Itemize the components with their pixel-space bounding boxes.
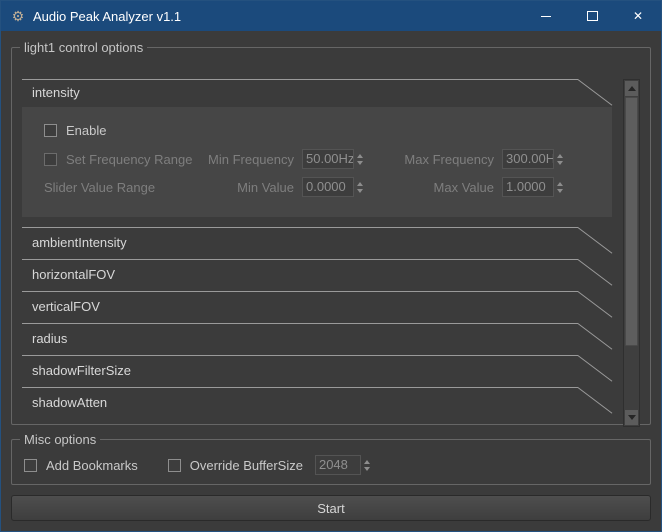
accordion-header-ambientintensity[interactable]: ambientIntensity [22,227,612,259]
max-frequency-value[interactable]: 300.00Hz [502,149,554,169]
accordion-header-label: shadowFilterSize [32,363,131,378]
vertical-scrollbar[interactable] [623,79,640,427]
misc-groupbox-title: Misc options [20,432,100,447]
misc-options-groupbox: Misc options Add Bookmarks Override Buff… [11,439,651,485]
accordion-area: intensity Enable Set Frequency Range [22,79,640,427]
accordion-header-label: horizontalFOV [32,267,115,282]
spin-up-icon [557,182,563,186]
spin-down-button[interactable] [557,187,563,194]
maximize-button[interactable] [569,1,615,31]
accordion-header-radius[interactable]: radius [22,323,612,355]
set-frequency-range-checkbox[interactable] [44,153,57,166]
light-control-groupbox: light1 control options intensity Enable [11,47,651,425]
accordion-header-label: intensity [32,85,80,100]
min-frequency-spinbox[interactable]: 50.00Hz [302,149,363,169]
misc-options-row: Add Bookmarks Override BufferSize 2048 [24,452,640,478]
spin-up-icon [557,154,563,158]
app-icon: ⚙ [10,8,26,24]
spin-down-icon [364,467,370,471]
window-content: light1 control options intensity Enable [1,31,661,531]
accordion-header-label: radius [32,331,67,346]
max-frequency-spinbox[interactable]: 300.00Hz [502,149,563,169]
slider-value-range-label: Slider Value Range [44,180,155,195]
scrollbar-handle[interactable] [625,97,638,346]
scrollbar-up-button[interactable] [625,81,638,96]
spin-down-icon [557,189,563,193]
override-buffersize-checkbox[interactable] [168,459,181,472]
max-frequency-label: Max Frequency [363,152,494,167]
set-frequency-range-label: Set Frequency Range [66,152,192,167]
add-bookmarks-checkbox[interactable] [24,459,37,472]
scroll-down-icon [628,415,636,420]
override-buffersize-label: Override BufferSize [190,458,303,473]
min-frequency-value[interactable]: 50.00Hz [302,149,354,169]
enable-label: Enable [66,123,106,138]
max-value-spinbox[interactable]: 1.0000 [502,177,563,197]
accordion-list: intensity Enable Set Frequency Range [22,79,612,419]
maximize-icon [587,11,598,21]
accordion-header-shadowfiltersize[interactable]: shadowFilterSize [22,355,612,387]
buffersize-value[interactable]: 2048 [315,455,361,475]
accordion-header-verticalfov[interactable]: verticalFOV [22,291,612,323]
buffersize-spin-buttons [364,458,370,472]
min-value-value[interactable]: 0.0000 [302,177,354,197]
spin-up-button[interactable] [557,180,563,187]
window-title: Audio Peak Analyzer v1.1 [33,9,181,24]
enable-checkbox[interactable] [44,124,57,137]
scrollbar-down-button[interactable] [625,410,638,425]
buffersize-spinbox[interactable]: 2048 [315,455,370,475]
accordion-header-label: ambientIntensity [32,235,127,250]
accordion-header-label: shadowAtten [32,395,107,410]
accordion-header-intensity[interactable]: intensity [22,79,612,107]
min-frequency-label: Min Frequency [194,152,294,167]
spin-down-button[interactable] [557,159,563,166]
spin-up-button[interactable] [557,152,563,159]
max-value-value[interactable]: 1.0000 [502,177,554,197]
intensity-panel: Enable Set Frequency Range Min Frequency… [22,107,612,217]
window-controls: ✕ [523,1,661,31]
spin-down-icon [557,161,563,165]
accordion-header-horizontalfov[interactable]: horizontalFOV [22,259,612,291]
scroll-up-icon [628,86,636,91]
max-frequency-spin-buttons [557,152,563,166]
min-value-label: Min Value [194,180,294,195]
spin-down-button[interactable] [364,465,370,472]
minimize-icon [541,16,551,17]
min-value-spinbox[interactable]: 0.0000 [302,177,363,197]
spin-up-icon [364,460,370,464]
titlebar: ⚙ Audio Peak Analyzer v1.1 ✕ [1,1,661,31]
close-icon: ✕ [633,9,643,23]
max-value-label: Max Value [363,180,494,195]
close-button[interactable]: ✕ [615,1,661,31]
max-value-spin-buttons [557,180,563,194]
light-groupbox-title: light1 control options [20,40,147,55]
accordion-header-shadowatten[interactable]: shadowAtten [22,387,612,419]
add-bookmarks-label: Add Bookmarks [46,458,138,473]
app-window: ⚙ Audio Peak Analyzer v1.1 ✕ light1 cont… [0,0,662,532]
minimize-button[interactable] [523,1,569,31]
start-button[interactable]: Start [11,495,651,521]
accordion-header-label: verticalFOV [32,299,100,314]
spin-up-button[interactable] [364,458,370,465]
